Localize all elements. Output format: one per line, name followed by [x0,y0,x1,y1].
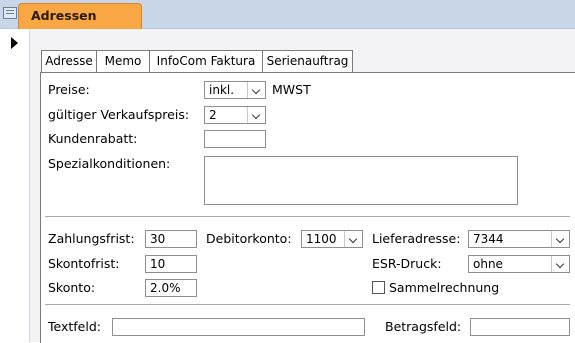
tab-memo[interactable]: Memo [96,50,150,72]
current-record-arrow-icon [11,37,18,49]
chevron-down-icon[interactable] [247,82,265,98]
record-selector-bar[interactable] [0,29,30,342]
sammelrechnung-label: Sammelrechnung [389,280,500,295]
esr-druck-value: ohne [473,257,503,271]
verkaufspreis-label: gültiger Verkaufspreis: [48,107,190,122]
document-tab-strip: Adressen [0,0,575,29]
esr-druck-label: ESR-Druck: [372,256,442,271]
tab-infocom-faktura[interactable]: InfoCom Faktura [149,50,263,72]
betragsfeld-label: Betragsfeld: [385,319,462,334]
section-divider [45,304,570,305]
chevron-down-icon[interactable] [551,231,569,247]
skontofrist-label: Skontofrist: [48,256,120,271]
kundenrabatt-label: Kundenrabatt: [48,131,138,146]
esr-druck-select[interactable]: ohne [468,255,570,273]
debitorkonto-select[interactable]: 1100 [301,230,363,248]
lieferadresse-label: Lieferadresse: [372,231,461,246]
chevron-down-icon[interactable] [551,256,569,272]
skonto-label: Skonto: [48,280,96,295]
spezialkonditionen-label: Spezialkonditionen: [48,156,171,171]
chevron-down-icon[interactable] [247,107,265,123]
section-divider [45,216,570,217]
document-tab-adressen[interactable]: Adressen [18,3,142,29]
lieferadresse-value: 7344 [473,232,504,246]
skonto-input[interactable]: 2.0% [145,279,197,297]
sammelrechnung-checkbox[interactable] [372,281,385,294]
tab-serienauftrag[interactable]: Serienauftrag [262,50,353,72]
chevron-down-icon[interactable] [344,231,362,247]
debitorkonto-label: Debitorkonto: [206,231,292,246]
debitorkonto-value: 1100 [306,232,337,246]
mwst-label: MWST [272,82,311,97]
tab-adresse[interactable]: Adresse [41,50,97,72]
verkaufspreis-value: 2 [209,108,217,122]
kundenrabatt-input[interactable] [204,130,266,148]
preise-label: Preise: [48,82,90,97]
form-icon[interactable] [3,7,17,19]
textfeld-input[interactable] [112,318,365,336]
skontofrist-input[interactable]: 10 [145,255,197,273]
tab-panel-infocom-faktura: Preise: inkl. MWST gültiger Verkaufsprei… [40,72,575,343]
preise-value: inkl. [209,83,235,97]
form-area: Adresse Memo InfoCom Faktura Serienauftr… [30,29,575,343]
betragsfeld-input[interactable] [470,318,570,336]
textfeld-label: Textfeld: [48,319,101,334]
spezialkonditionen-textarea[interactable] [204,156,518,205]
zahlungsfrist-input[interactable]: 30 [145,230,197,248]
preise-select[interactable]: inkl. [204,81,266,99]
lieferadresse-select[interactable]: 7344 [468,230,570,248]
verkaufspreis-select[interactable]: 2 [204,106,266,124]
zahlungsfrist-label: Zahlungsfrist: [48,231,135,246]
